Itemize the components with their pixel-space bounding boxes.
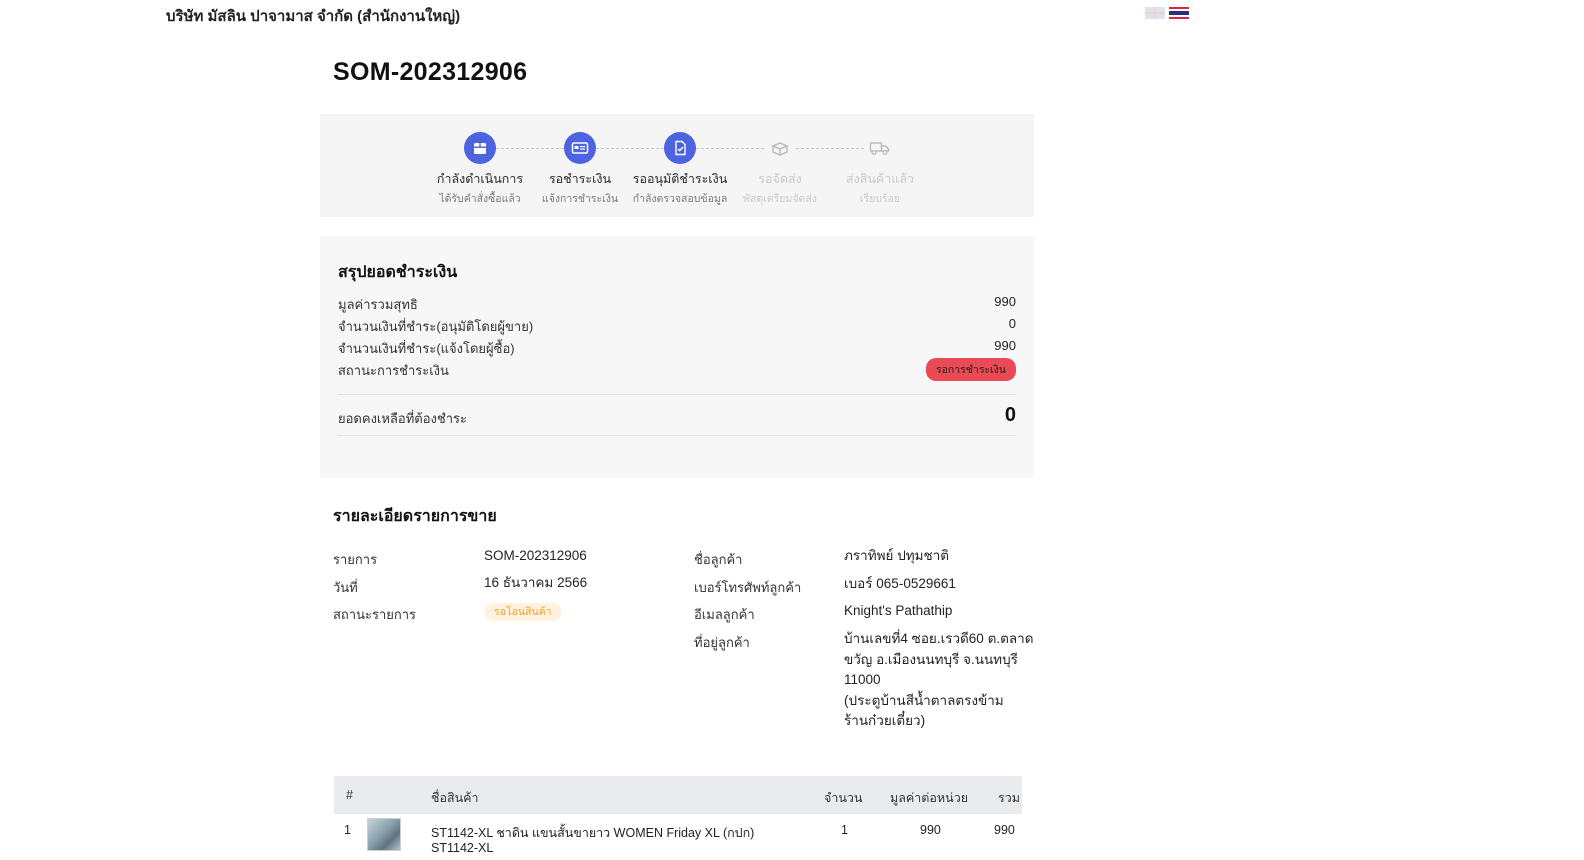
order-status-label: สถานะรายการ [333,607,417,622]
step-label: รอชำระเงิน [548,172,612,186]
step-sublabel: แจ้งการชำระเงิน [541,193,619,205]
row-index: 1 [344,823,351,837]
net-total-label: มูลค่ารวมสุทธิ [338,297,418,312]
col-unit-price: มูลค่าต่อหน่วย [890,791,969,805]
address-line: 11000 [844,672,881,687]
summary-divider [338,394,1016,395]
progress-steps: กำลังดำเนินการ ได้รับคำสั่งซื้อแล้ว รอชำ… [430,132,930,212]
item-label: รายการ [333,552,378,567]
order-number-title: SOM-202312906 [333,58,528,86]
paid-buyer-row: จำนวนเงินที่ชำระ(แจ้งโดยผู้ซื้อ) 990 [338,338,1016,358]
step-sublabel: เรียบร้อย [859,193,901,205]
step-awaiting-shipment: รอจัดส่ง พัสดุเตรียมจัดส่ง [730,132,830,207]
step-shipped: ส่งสินค้าแล้ว เรียบร้อย [830,132,930,207]
paid-buyer-value: 990 [994,338,1016,353]
truck-icon [864,132,896,164]
row-unit-price: 990 [920,823,941,837]
customer-label: ชื่อลูกค้า [694,552,743,567]
product-sku: ST1142-XL [431,841,494,855]
phone-label: เบอร์โทรศัพท์ลูกค้า [694,580,802,595]
address-line: บ้านเลขที่4 ซอย.เรวดี60 ต.ตลาด [844,631,1034,646]
col-total: รวม [998,791,1020,805]
table-header: # ชื่อสินค้า จำนวน มูลค่าต่อหน่วย รวม [334,776,1022,814]
step-label: รออนุมัติชำระเงิน [632,172,728,186]
payment-status-row: สถานะการชำระเงิน รอการชำระเงิน [338,358,1016,381]
summary-divider [338,435,1016,436]
order-status-badge: รอโอนสินค้า [484,603,562,621]
item-value: SOM-202312906 [484,548,587,563]
payment-card-icon [564,132,596,164]
col-index: # [346,788,353,802]
language-switcher [1145,7,1189,19]
gift-box-icon [764,132,796,164]
customer-value: ภราทิพย์ ปทุมชาติ [844,548,950,563]
step-awaiting-payment: รอชำระเงิน แจ้งการชำระเงิน [530,132,630,207]
address-line: (ประตูบ้านสีน้ำตาลตรงข้าม [844,692,1004,708]
date-value: 16 ธันวาคม 2566 [484,575,588,590]
box-icon [464,132,496,164]
step-sublabel: พัสดุเตรียมจัดส่ง [743,193,817,205]
step-label: ส่งสินค้าแล้ว [845,172,915,186]
step-processing: กำลังดำเนินการ ได้รับคำสั่งซื้อแล้ว [430,132,530,207]
order-page: บริษัท มัสลิน ปาจามาส จำกัด (สำนักงานใหญ… [0,0,1584,855]
balance-value: 0 [1004,404,1016,426]
paid-seller-row: จำนวนเงินที่ชำระ(อนุมัติโดยผู้ขาย) 0 [338,316,1016,336]
row-total: 990 [994,823,1015,837]
table-row[interactable]: 1 ST1142-XL ชาดิน แขนสั้นขายาว WOMEN Fri… [334,814,1022,860]
document-check-icon [664,132,696,164]
order-progress-panel: กำลังดำเนินการ ได้รับคำสั่งซื้อแล้ว รอชำ… [320,114,1034,217]
phone-value: เบอร์ 065-0529661 [844,576,956,591]
col-product-name: ชื่อสินค้า [431,791,479,805]
payment-status-badge: รอการชำระเงิน [925,358,1016,381]
net-total-row: มูลค่ารวมสุทธิ 990 [338,294,1016,314]
step-label: รอจัดส่ง [758,172,802,186]
net-total-value: 990 [994,294,1016,309]
address-line: ร้านก๋วยเตี๋ยว) [844,713,926,728]
step-awaiting-approval: รออนุมัติชำระเงิน กำลังตรวจสอบข้อมูล [630,132,730,207]
paid-seller-label: จำนวนเงินที่ชำระ(อนุมัติโดยผู้ขาย) [338,319,534,334]
company-name: บริษัท มัสลิน ปาจามาส จำกัด (สำนักงานใหญ… [166,8,461,25]
step-sublabel: กำลังตรวจสอบข้อมูล [632,193,728,205]
sale-details-title: รายละเอียดรายการขาย [333,508,497,525]
paid-buyer-label: จำนวนเงินที่ชำระ(แจ้งโดยผู้ซื้อ) [338,341,515,356]
address-value: บ้านเลขที่4 ซอย.เรวดี60 ต.ตลาด ขวัญ อ.เม… [844,629,1034,732]
product-thumbnail[interactable] [367,818,401,851]
summary-title: สรุปยอดชำระเงิน [338,264,458,281]
email-value: Knight's Pathathip [844,603,953,618]
order-items-table: # ชื่อสินค้า จำนวน มูลค่าต่อหน่วย รวม 1 … [334,776,1022,860]
address-label: ที่อยู่ลูกค้า [694,635,750,650]
balance-label: ยอดคงเหลือที่ต้องชำระ [338,411,467,426]
row-quantity: 1 [841,823,848,837]
uk-flag-icon[interactable] [1145,7,1165,19]
order-status-row: รอโอนสินค้า [484,601,562,623]
col-quantity: จำนวน [824,791,863,805]
payment-summary-panel: สรุปยอดชำระเงิน มูลค่ารวมสุทธิ 990 จำนวน… [320,236,1034,478]
paid-seller-value: 0 [1008,316,1016,331]
date-label: วันที่ [333,580,358,595]
step-sublabel: ได้รับคำสั่งซื้อแล้ว [439,193,521,205]
address-line: ขวัญ อ.เมืองนนทบุรี จ.นนทบุรี [844,651,1018,667]
email-label: อีเมลลูกค้า [694,607,755,622]
thai-flag-icon[interactable] [1169,7,1189,19]
product-name: ST1142-XL ชาดิน แขนสั้นขายาว WOMEN Frida… [431,826,755,840]
payment-status-label: สถานะการชำระเงิน [338,363,449,378]
step-label: กำลังดำเนินการ [436,172,524,186]
